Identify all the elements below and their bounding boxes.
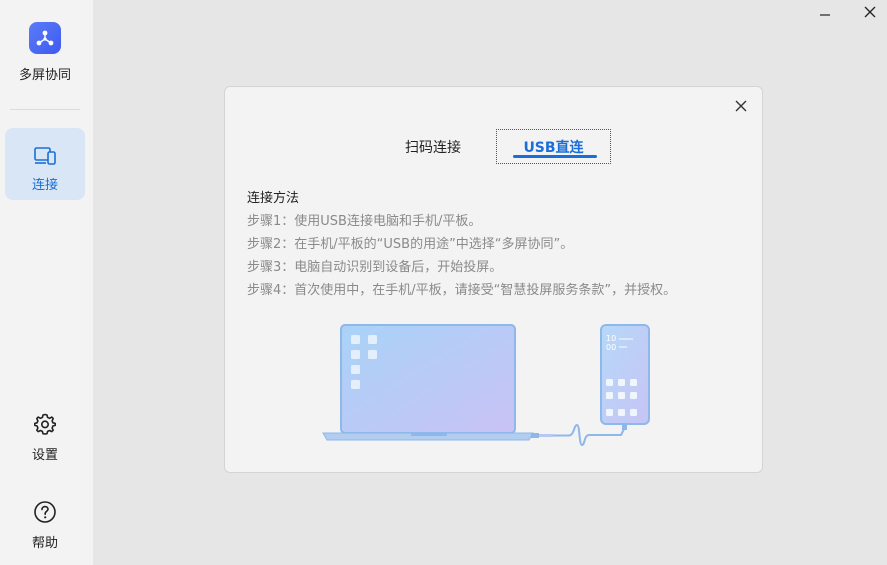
tab-qr-connect[interactable]: 扫码连接 xyxy=(395,129,471,164)
usb-cable-icon xyxy=(531,423,627,447)
usb-connection-illustration: 10 00 xyxy=(321,321,661,455)
sidebar-item-label: 设置 xyxy=(31,448,58,463)
sidebar: 多屏协同 连接 设置 帮助 xyxy=(0,0,93,565)
tab-label: 扫码连接 xyxy=(405,139,461,156)
close-icon xyxy=(864,3,876,22)
step-text: 步骤4：首次使用中，在手机/平板，请接受“智慧投屏服务条款”，并授权。 xyxy=(247,283,677,298)
help-icon xyxy=(33,500,57,528)
minimize-icon xyxy=(819,3,831,22)
app-logo-icon xyxy=(29,22,61,54)
sidebar-item-settings[interactable]: 设置 xyxy=(5,412,85,463)
laptop-icon xyxy=(322,324,534,441)
sidebar-item-connect[interactable]: 连接 xyxy=(5,128,85,200)
close-icon xyxy=(735,97,747,116)
tab-usb-connect[interactable]: USB直连 xyxy=(496,129,611,164)
method-title: 连接方法 xyxy=(247,191,300,206)
app-name: 多屏协同 xyxy=(18,68,71,83)
dialog-close-button[interactable] xyxy=(732,97,750,115)
tab-active-indicator xyxy=(513,155,597,158)
connect-dialog: 扫码连接 USB直连 连接方法 步骤1：使用USB连接电脑和手机/平板。 步骤2… xyxy=(224,86,763,473)
phone-clock-hour: 10 xyxy=(606,334,616,343)
minimize-button[interactable] xyxy=(813,2,837,22)
sidebar-divider xyxy=(10,109,80,110)
window-close-button[interactable] xyxy=(858,2,882,22)
devices-icon xyxy=(33,146,57,170)
step-text: 步骤3：电脑自动识别到设备后，开始投屏。 xyxy=(247,260,503,275)
step-text: 步骤1：使用USB连接电脑和手机/平板。 xyxy=(247,214,482,229)
step-text: 步骤2：在手机/平板的“USB的用途”中选择“多屏协同”。 xyxy=(247,237,574,252)
sidebar-item-help[interactable]: 帮助 xyxy=(5,500,85,551)
phone-icon: 10 00 xyxy=(600,324,650,425)
phone-clock-minute: 00 xyxy=(606,343,616,352)
sidebar-item-label: 帮助 xyxy=(31,536,58,551)
tab-label: USB直连 xyxy=(523,139,584,156)
sidebar-item-label: 连接 xyxy=(31,178,58,193)
gear-icon xyxy=(33,412,57,440)
